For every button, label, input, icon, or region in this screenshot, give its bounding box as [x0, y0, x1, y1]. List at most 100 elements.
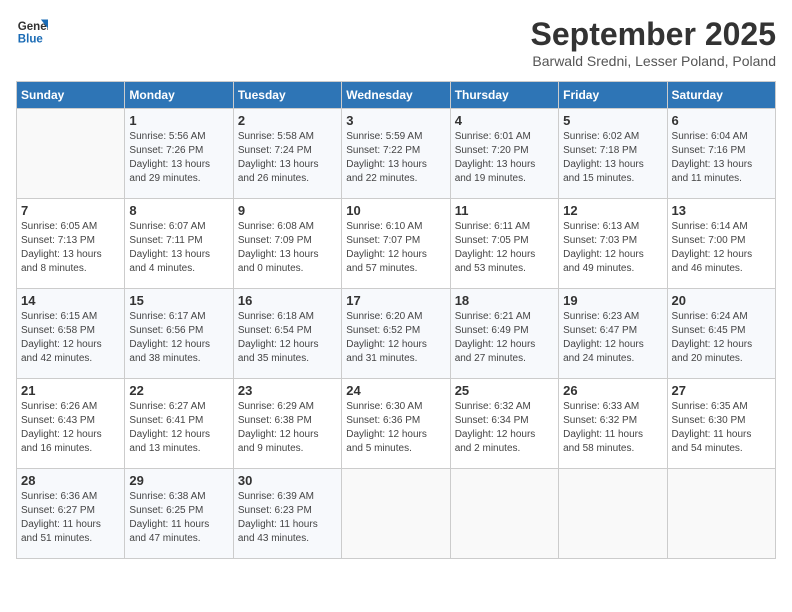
calendar-day-header: Wednesday: [342, 82, 450, 109]
day-number: 23: [238, 383, 337, 398]
calendar-cell: 22 Sunrise: 6:27 AM Sunset: 6:41 PM Dayli…: [125, 379, 233, 469]
calendar-cell: 30 Sunrise: 6:39 AM Sunset: 6:23 PM Dayli…: [233, 469, 341, 559]
calendar-cell: 28 Sunrise: 6:36 AM Sunset: 6:27 PM Dayli…: [17, 469, 125, 559]
calendar-cell: [559, 469, 667, 559]
day-info: Sunrise: 6:24 AM Sunset: 6:45 PM Dayligh…: [672, 310, 771, 366]
calendar-cell: 2Sunrise: 5:58 AM Sunset: 7:24 PM Daylig…: [233, 109, 341, 199]
day-info: Sunrise: 6:32 AM Sunset: 6:34 PM Dayligh…: [455, 400, 554, 456]
day-number: 16: [238, 293, 337, 308]
calendar-cell: 3Sunrise: 5:59 AM Sunset: 7:22 PM Daylig…: [342, 109, 450, 199]
calendar-cell: 18Sunrise: 6:21 AM Sunset: 6:49 PM Dayli…: [450, 289, 558, 379]
day-info: Sunrise: 6:10 AM Sunset: 7:07 PM Dayligh…: [346, 220, 445, 276]
day-info: Sunrise: 6:30 AM Sunset: 6:36 PM Dayligh…: [346, 400, 445, 456]
calendar-cell: 10 Sunrise: 6:10 AM Sunset: 7:07 PM Dayli…: [342, 199, 450, 289]
day-number: 8: [129, 203, 228, 218]
calendar-cell: 20 Sunrise: 6:24 AM Sunset: 6:45 PM Dayli…: [667, 289, 775, 379]
calendar-cell: 5Sunrise: 6:02 AM Sunset: 7:18 PM Daylig…: [559, 109, 667, 199]
calendar-cell: 26 Sunrise: 6:33 AM Sunset: 6:32 PM Dayli…: [559, 379, 667, 469]
page-header: General Blue September 2025 Barwald Sred…: [16, 16, 776, 69]
day-number: 13: [672, 203, 771, 218]
logo-icon: General Blue: [16, 16, 48, 48]
day-info: Sunrise: 6:33 AM Sunset: 6:32 PM Dayligh…: [563, 400, 662, 456]
day-number: 18: [455, 293, 554, 308]
day-number: 22: [129, 383, 228, 398]
calendar-cell: [450, 469, 558, 559]
calendar-week-row: 1 Sunrise: 5:56 AM Sunset: 7:26 PM Daylig…: [17, 109, 776, 199]
calendar-header-row: SundayMondayTuesdayWednesdayThursdayFrid…: [17, 82, 776, 109]
calendar-cell: 25 Sunrise: 6:32 AM Sunset: 6:34 PM Dayli…: [450, 379, 558, 469]
day-number: 3: [346, 113, 445, 128]
svg-text:General: General: [18, 21, 48, 33]
day-number: 24: [346, 383, 445, 398]
day-info: Sunrise: 6:04 AM Sunset: 7:16 PM Dayligh…: [672, 130, 771, 186]
location: Barwald Sredni, Lesser Poland, Poland: [531, 53, 776, 69]
calendar-cell: 7 Sunrise: 6:05 AM Sunset: 7:13 PM Daylig…: [17, 199, 125, 289]
calendar-cell: 15Sunrise: 6:17 AM Sunset: 6:56 PM Dayli…: [125, 289, 233, 379]
calendar-cell: 12Sunrise: 6:13 AM Sunset: 7:03 PM Dayli…: [559, 199, 667, 289]
calendar-cell: [667, 469, 775, 559]
calendar-cell: 19 Sunrise: 6:23 AM Sunset: 6:47 PM Dayli…: [559, 289, 667, 379]
day-number: 27: [672, 383, 771, 398]
day-info: Sunrise: 6:27 AM Sunset: 6:41 PM Dayligh…: [129, 400, 228, 456]
day-info: Sunrise: 6:20 AM Sunset: 6:52 PM Dayligh…: [346, 310, 445, 366]
calendar-cell: 24 Sunrise: 6:30 AM Sunset: 6:36 PM Dayli…: [342, 379, 450, 469]
calendar-day-header: Friday: [559, 82, 667, 109]
day-info: Sunrise: 6:08 AM Sunset: 7:09 PM Dayligh…: [238, 220, 337, 276]
calendar-cell: 13 Sunrise: 6:14 AM Sunset: 7:00 PM Dayli…: [667, 199, 775, 289]
day-number: 7: [21, 203, 120, 218]
day-number: 1: [129, 113, 228, 128]
day-number: 10: [346, 203, 445, 218]
day-number: 29: [129, 473, 228, 488]
calendar-cell: 6 Sunrise: 6:04 AM Sunset: 7:16 PM Daylig…: [667, 109, 775, 199]
day-number: 4: [455, 113, 554, 128]
day-number: 21: [21, 383, 120, 398]
calendar-week-row: 14Sunrise: 6:15 AM Sunset: 6:58 PM Dayli…: [17, 289, 776, 379]
logo: General Blue: [16, 16, 48, 48]
calendar-cell: 1 Sunrise: 5:56 AM Sunset: 7:26 PM Daylig…: [125, 109, 233, 199]
day-number: 6: [672, 113, 771, 128]
calendar-cell: [342, 469, 450, 559]
calendar-day-header: Saturday: [667, 82, 775, 109]
day-number: 30: [238, 473, 337, 488]
day-number: 19: [563, 293, 662, 308]
month-title: September 2025: [531, 16, 776, 53]
calendar-table: SundayMondayTuesdayWednesdayThursdayFrid…: [16, 81, 776, 559]
calendar-cell: 21 Sunrise: 6:26 AM Sunset: 6:43 PM Dayli…: [17, 379, 125, 469]
calendar-cell: 11Sunrise: 6:11 AM Sunset: 7:05 PM Dayli…: [450, 199, 558, 289]
day-info: Sunrise: 5:56 AM Sunset: 7:26 PM Dayligh…: [129, 130, 228, 186]
day-info: Sunrise: 6:23 AM Sunset: 6:47 PM Dayligh…: [563, 310, 662, 366]
day-info: Sunrise: 6:13 AM Sunset: 7:03 PM Dayligh…: [563, 220, 662, 276]
day-number: 28: [21, 473, 120, 488]
calendar-cell: 8Sunrise: 6:07 AM Sunset: 7:11 PM Daylig…: [125, 199, 233, 289]
calendar-day-header: Tuesday: [233, 82, 341, 109]
day-number: 9: [238, 203, 337, 218]
calendar-day-header: Monday: [125, 82, 233, 109]
day-number: 20: [672, 293, 771, 308]
calendar-cell: 4Sunrise: 6:01 AM Sunset: 7:20 PM Daylig…: [450, 109, 558, 199]
calendar-cell: 9 Sunrise: 6:08 AM Sunset: 7:09 PM Daylig…: [233, 199, 341, 289]
day-info: Sunrise: 6:05 AM Sunset: 7:13 PM Dayligh…: [21, 220, 120, 276]
svg-text:Blue: Blue: [18, 34, 44, 46]
day-info: Sunrise: 6:36 AM Sunset: 6:27 PM Dayligh…: [21, 490, 120, 546]
calendar-cell: 27 Sunrise: 6:35 AM Sunset: 6:30 PM Dayli…: [667, 379, 775, 469]
day-number: 25: [455, 383, 554, 398]
day-info: Sunrise: 6:39 AM Sunset: 6:23 PM Dayligh…: [238, 490, 337, 546]
day-info: Sunrise: 6:29 AM Sunset: 6:38 PM Dayligh…: [238, 400, 337, 456]
calendar-cell: 23 Sunrise: 6:29 AM Sunset: 6:38 PM Dayli…: [233, 379, 341, 469]
day-number: 5: [563, 113, 662, 128]
calendar-week-row: 21 Sunrise: 6:26 AM Sunset: 6:43 PM Dayli…: [17, 379, 776, 469]
calendar-cell: 17 Sunrise: 6:20 AM Sunset: 6:52 PM Dayli…: [342, 289, 450, 379]
day-info: Sunrise: 6:26 AM Sunset: 6:43 PM Dayligh…: [21, 400, 120, 456]
title-area: September 2025 Barwald Sredni, Lesser Po…: [531, 16, 776, 69]
day-number: 14: [21, 293, 120, 308]
calendar-day-header: Thursday: [450, 82, 558, 109]
day-number: 2: [238, 113, 337, 128]
calendar-week-row: 7 Sunrise: 6:05 AM Sunset: 7:13 PM Daylig…: [17, 199, 776, 289]
day-info: Sunrise: 6:35 AM Sunset: 6:30 PM Dayligh…: [672, 400, 771, 456]
calendar-cell: 29Sunrise: 6:38 AM Sunset: 6:25 PM Dayli…: [125, 469, 233, 559]
day-info: Sunrise: 6:14 AM Sunset: 7:00 PM Dayligh…: [672, 220, 771, 276]
day-number: 26: [563, 383, 662, 398]
calendar-week-row: 28 Sunrise: 6:36 AM Sunset: 6:27 PM Dayli…: [17, 469, 776, 559]
calendar-cell: 16Sunrise: 6:18 AM Sunset: 6:54 PM Dayli…: [233, 289, 341, 379]
day-number: 17: [346, 293, 445, 308]
